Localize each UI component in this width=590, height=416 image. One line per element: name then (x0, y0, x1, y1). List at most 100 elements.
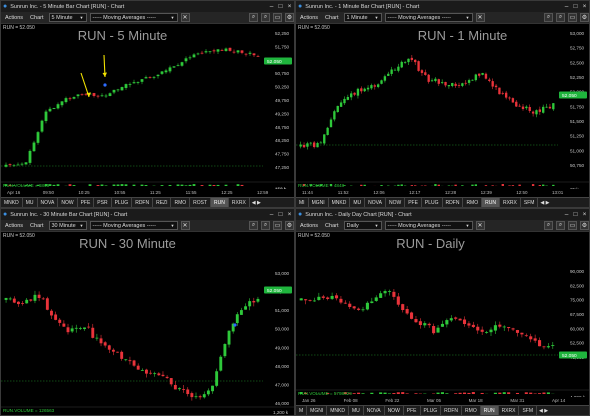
symbol-tab-now[interactable]: NOW (386, 198, 406, 207)
symbol-tab-rxrx[interactable]: RXRX (229, 198, 250, 207)
zoom-out-icon[interactable]: ⌕ (556, 221, 565, 230)
symbol-tab-rezi[interactable]: REZI (153, 198, 172, 207)
link-icon[interactable]: ▭ (273, 221, 282, 230)
candlestick-chart[interactable]: 53,00052,00051,00050,00049,00048,00047,0… (1, 233, 295, 416)
studies-select[interactable]: ----- Moving Averages ----- ▼ (384, 221, 473, 230)
symbol-tab-run[interactable]: RUN (211, 198, 229, 207)
symbol-tab-mnkd[interactable]: MNKD (1, 198, 23, 207)
symbol-tab-m[interactable]: M (296, 406, 308, 415)
symbol-tab-mgni[interactable]: MGNI (307, 406, 328, 415)
tab-scroll-arrows[interactable]: ◀ ▶ (538, 198, 551, 207)
link-icon[interactable]: ▭ (568, 221, 577, 230)
close-icon[interactable]: × (580, 211, 589, 218)
minimize-icon[interactable]: – (562, 3, 571, 10)
crosshair-icon[interactable]: ✕ (180, 13, 190, 22)
title-bar[interactable]: ● Sunrun Inc. - 5 Minute Bar Chart [RUN]… (1, 1, 294, 12)
title-bar[interactable]: ● Sunrun Inc. - 1 Minute Bar Chart [RUN]… (296, 1, 589, 12)
crosshair-icon[interactable]: ✕ (475, 13, 485, 22)
zoom-in-icon[interactable]: ⌕ (544, 221, 553, 230)
symbol-tab-mu[interactable]: MU (350, 198, 366, 207)
crosshair-icon[interactable]: ✕ (475, 221, 485, 230)
tab-scroll-arrows[interactable]: ◀ ▶ (250, 198, 263, 207)
maximize-icon[interactable]: □ (571, 211, 580, 218)
interval-select[interactable]: 1 Minute ▼ (343, 13, 382, 22)
symbol-tab-mu[interactable]: MU (23, 198, 38, 207)
symbol-tab-rxrx[interactable]: RXRX (500, 198, 521, 207)
settings-icon[interactable]: ⚙ (285, 221, 294, 230)
minimize-icon[interactable]: – (562, 211, 571, 218)
symbol-tab-plug[interactable]: PLUG (422, 198, 443, 207)
chart-menu[interactable]: Chart (28, 223, 45, 229)
symbol-tab-plug[interactable]: PLUG (112, 198, 133, 207)
title-bar[interactable]: ● Sunrun Inc. - Daily Day Chart [RUN] - … (296, 209, 589, 220)
crosshair-icon[interactable]: ✕ (180, 221, 190, 230)
symbol-tab-rdfn[interactable]: RDFN (441, 406, 463, 415)
symbol-tab-now[interactable]: NOW (58, 198, 78, 207)
actions-menu[interactable]: Actions (3, 223, 25, 229)
studies-select[interactable]: ----- Moving Averages ----- ▼ (89, 221, 178, 230)
symbol-tab-mgni[interactable]: MGNI (309, 198, 329, 207)
symbol-tab-rdfn[interactable]: RDFN (132, 198, 154, 207)
candlestick-chart[interactable]: 52,25051,75051,25050,75050,25049,75049,2… (1, 25, 295, 189)
symbol-tab-psr[interactable]: PSR (94, 198, 112, 207)
candle (124, 84, 128, 88)
close-icon[interactable]: × (285, 211, 294, 218)
symbol-tab-nova[interactable]: NOVA (365, 198, 386, 207)
settings-icon[interactable]: ⚙ (285, 13, 294, 22)
zoom-out-icon[interactable]: ⌕ (261, 13, 270, 22)
symbol-tab-pfe[interactable]: PFE (405, 198, 422, 207)
symbol-tab-nova[interactable]: NOVA (38, 198, 59, 207)
symbol-tab-run[interactable]: RUN (482, 198, 500, 207)
symbol-tab-pfe[interactable]: PFE (404, 406, 421, 415)
symbol-tab-mu[interactable]: MU (349, 406, 364, 415)
chart-menu[interactable]: Chart (28, 15, 45, 21)
interval-select[interactable]: 30 Minute ▼ (48, 221, 87, 230)
symbol-tab-sfm[interactable]: SFM (519, 406, 538, 415)
symbol-tab-mnkd[interactable]: MNKD (327, 406, 349, 415)
settings-icon[interactable]: ⚙ (580, 13, 589, 22)
zoom-out-icon[interactable]: ⌕ (261, 221, 270, 230)
actions-menu[interactable]: Actions (298, 223, 320, 229)
symbol-tab-rxrx[interactable]: RXRX (499, 406, 520, 415)
actions-menu[interactable]: Actions (298, 15, 320, 21)
close-icon[interactable]: × (580, 3, 589, 10)
studies-select[interactable]: ----- Moving Averages ----- ▼ (89, 13, 178, 22)
zoom-in-icon[interactable]: ⌕ (249, 13, 258, 22)
interval-select[interactable]: Daily ▼ (343, 221, 382, 230)
maximize-icon[interactable]: □ (276, 211, 285, 218)
link-icon[interactable]: ▭ (568, 13, 577, 22)
tab-scroll-arrows[interactable]: ◀ ▶ (537, 406, 550, 415)
symbol-tab-nova[interactable]: NOVA (364, 406, 385, 415)
candlestick-chart[interactable]: 53,00052,75052,50052,25052,00051,75051,5… (296, 25, 590, 189)
symbol-tab-mnkd[interactable]: MNKD (329, 198, 351, 207)
symbol-tab-plug[interactable]: PLUG (421, 406, 442, 415)
chart-menu[interactable]: Chart (323, 15, 340, 21)
title-bar[interactable]: ● Sunrun Inc. - 30 Minute Bar Chart [RUN… (1, 209, 294, 220)
symbol-tab-rmo[interactable]: RMO (462, 406, 481, 415)
candlestick-chart[interactable]: 90,00082,50075,00067,50060,00052,50045,0… (296, 233, 590, 397)
minimize-icon[interactable]: – (267, 3, 276, 10)
settings-icon[interactable]: ⚙ (580, 221, 589, 230)
symbol-tab-pfe[interactable]: PFE (78, 198, 95, 207)
maximize-icon[interactable]: □ (276, 3, 285, 10)
zoom-in-icon[interactable]: ⌕ (544, 13, 553, 22)
zoom-in-icon[interactable]: ⌕ (249, 221, 258, 230)
symbol-tab-run[interactable]: RUN (480, 406, 499, 415)
minimize-icon[interactable]: – (267, 211, 276, 218)
symbol-tab-sfm[interactable]: SFM (521, 198, 539, 207)
symbol-tab-rmo[interactable]: RMO (171, 198, 191, 207)
maximize-icon[interactable]: □ (571, 3, 580, 10)
interval-select[interactable]: 5 Minute ▼ (48, 13, 87, 22)
symbol-tab-now[interactable]: NOW (385, 406, 404, 415)
symbol-tab-mi[interactable]: MI (296, 198, 309, 207)
close-icon[interactable]: × (285, 3, 294, 10)
candle (464, 82, 467, 84)
zoom-out-icon[interactable]: ⌕ (556, 13, 565, 22)
symbol-tab-rost[interactable]: ROST (190, 198, 212, 207)
studies-select[interactable]: ----- Moving Averages ----- ▼ (384, 13, 473, 22)
chart-menu[interactable]: Chart (323, 223, 340, 229)
actions-menu[interactable]: Actions (3, 15, 25, 21)
symbol-tab-rdfn[interactable]: RDFN (443, 198, 464, 207)
symbol-tab-rmo[interactable]: RMO (463, 198, 483, 207)
link-icon[interactable]: ▭ (273, 13, 282, 22)
